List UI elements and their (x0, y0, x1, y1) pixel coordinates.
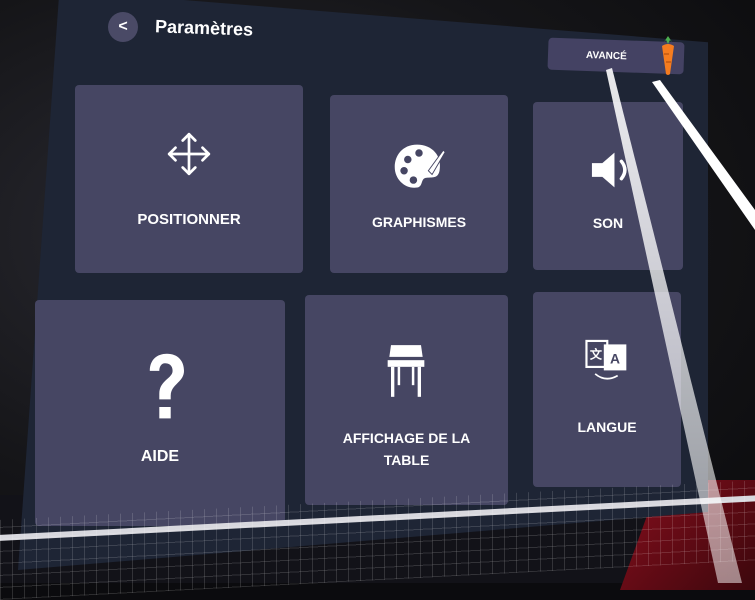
back-button[interactable]: < (108, 12, 138, 42)
tile-aide[interactable]: AIDE (35, 300, 285, 526)
svg-text:A: A (610, 350, 620, 366)
translate-icon: A 文 (585, 339, 627, 380)
tile-label: AFFICHAGE DE LA TABLE (342, 430, 471, 468)
tile-positionner[interactable]: POSITIONNER (75, 85, 303, 273)
chevron-left-icon: < (118, 18, 128, 35)
question-mark-icon (149, 353, 184, 419)
tile-label: POSITIONNER (137, 211, 241, 228)
page-title: Paramètres (154, 16, 254, 40)
tile-langue[interactable]: A 文 LANGUE (533, 292, 681, 487)
svg-text:文: 文 (590, 346, 603, 361)
tile-label: AIDE (140, 448, 180, 465)
tile-graphismes[interactable]: GRAPHISMES (330, 95, 508, 273)
table-icon (387, 345, 425, 397)
tile-label: GRAPHISMES (371, 214, 467, 230)
advanced-label: AVANCÉ (585, 49, 627, 62)
tile-son[interactable]: SON (533, 102, 683, 270)
palette-icon (394, 144, 446, 188)
speaker-icon (591, 152, 627, 188)
carrot-icon (662, 36, 674, 75)
move-arrows-icon (167, 132, 211, 176)
tile-affichage-table[interactable]: AFFICHAGE DE LA TABLE (305, 295, 508, 505)
tile-label: SON (592, 215, 624, 231)
tile-label: LANGUE (577, 419, 637, 435)
